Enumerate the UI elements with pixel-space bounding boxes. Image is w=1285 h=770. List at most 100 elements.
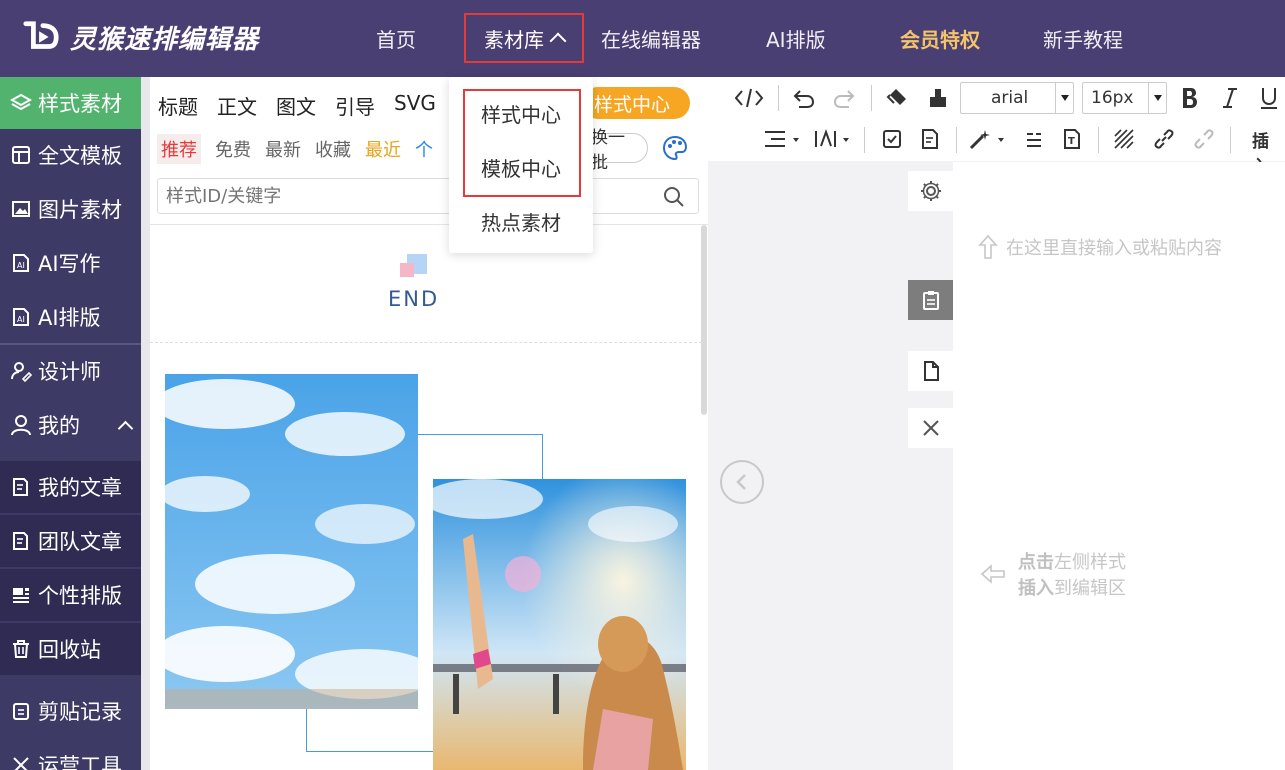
sidebar-item-my-articles[interactable]: 我的文章 [0, 461, 141, 513]
hint-click-rest: 左侧样式 [1054, 552, 1126, 573]
sidebar-item-ops-tools[interactable]: 运营工具 [0, 739, 141, 770]
svg-text:T: T [1068, 136, 1075, 147]
sidebar-item-designer[interactable]: 设计师 [0, 345, 141, 397]
settings-button[interactable] [908, 171, 953, 211]
sidebar-item-label: 团队文章 [38, 530, 122, 554]
menu-item-hot-material[interactable]: 热点素材 [449, 207, 593, 236]
chevron-up-icon [117, 420, 134, 437]
sidebar-item-full-template[interactable]: 全文模板 [0, 129, 141, 181]
sidebar-item-label: 运营工具 [38, 754, 122, 770]
refresh-batch-button[interactable]: 换一批 [590, 128, 648, 173]
arrow-left-icon [980, 564, 1005, 584]
sidebar-scrollbar[interactable] [141, 77, 150, 770]
hatch-pattern-icon[interactable] [1110, 126, 1138, 152]
paragraph-icon[interactable] [1020, 126, 1048, 152]
filter-recent[interactable]: 最近 [365, 136, 401, 162]
nav-ai-layout[interactable]: AI排版 [766, 24, 826, 53]
clipboard-icon [922, 291, 939, 310]
font-family-select[interactable]: arial [960, 82, 1074, 114]
ai-doc-icon: AI [10, 306, 32, 328]
sky-photo[interactable] [165, 374, 418, 709]
sidebar-item-ai-writing[interactable]: AI AI写作 [0, 237, 141, 289]
designer-icon [10, 360, 32, 382]
filter-favorites[interactable]: 收藏 [315, 136, 351, 162]
palette-icon[interactable] [661, 134, 689, 162]
highlight-box [463, 89, 581, 197]
style-search [157, 178, 699, 214]
letter-spacing-icon[interactable] [812, 126, 854, 152]
filter-personal[interactable]: 个 [415, 136, 433, 162]
style-card-end[interactable]: END [150, 225, 702, 343]
new-doc-button[interactable] [908, 351, 953, 391]
bold-icon[interactable] [1177, 84, 1203, 112]
logo[interactable]: 灵猴速排编辑器 [22, 18, 259, 56]
tab-body[interactable]: 正文 [217, 91, 257, 120]
hint-insert: 插入 [1018, 578, 1054, 599]
tab-image-text[interactable]: 图文 [276, 91, 316, 120]
search-icon[interactable] [662, 185, 686, 209]
underline-icon[interactable] [1256, 84, 1282, 112]
sidebar-item-recycle-bin[interactable]: 回收站 [0, 623, 141, 675]
clipboard-paste-button[interactable] [908, 280, 953, 320]
top-navbar: 灵猴速排编辑器 首页 素材库 在线编辑器 AI排版 会员特权 新手教程 [0, 0, 1285, 77]
italic-icon[interactable] [1218, 84, 1242, 112]
tools-icon [10, 754, 32, 770]
eraser-icon[interactable] [884, 84, 912, 112]
filter-newest[interactable]: 最新 [265, 136, 301, 162]
tab-svg[interactable]: SVG [394, 91, 436, 120]
link-icon[interactable] [1150, 126, 1178, 152]
sidebar-item-ai-layout[interactable]: AI AI排版 [0, 291, 141, 343]
collapse-panel-button[interactable] [720, 460, 764, 504]
undo-icon[interactable] [790, 84, 818, 112]
template-icon [10, 144, 32, 166]
nav-online-editor[interactable]: 在线编辑器 [601, 24, 701, 53]
text-file-icon[interactable]: T [1058, 126, 1086, 152]
article-icon [10, 476, 32, 498]
nav-library-label: 素材库 [484, 27, 544, 52]
sidebar-item-label: 设计师 [38, 360, 101, 384]
library-dropdown: 样式中心 模板中心 热点素材 [449, 77, 593, 253]
sidebar-item-image-material[interactable]: 图片素材 [0, 183, 141, 235]
nav-tutorial[interactable]: 新手教程 [1043, 24, 1123, 53]
doc-edit-icon[interactable] [916, 126, 944, 152]
toolbar-separator [1230, 127, 1231, 153]
nav-library[interactable]: 素材库 [464, 13, 584, 63]
sidebar-item-style-material[interactable]: 样式素材 [0, 77, 141, 129]
sidebar-item-label: AI写作 [38, 252, 101, 276]
style-center-button[interactable]: 样式中心 [582, 87, 690, 119]
trash-icon [10, 638, 32, 660]
sidebar-item-mine[interactable]: 我的 [0, 399, 141, 451]
panel-scrollbar[interactable] [701, 225, 707, 415]
close-button[interactable] [908, 408, 953, 448]
format-brush-icon[interactable] [924, 84, 952, 112]
end-label: END [388, 287, 440, 311]
sidebar-item-label: 剪贴记录 [38, 700, 122, 724]
sidebar-item-clipboard-history[interactable]: 剪贴记录 [0, 685, 141, 737]
editor-input-hint: 在这里直接输入或粘贴内容 [978, 234, 1222, 260]
font-size-select[interactable]: 16px [1082, 82, 1167, 114]
toolbar-separator [864, 127, 865, 153]
chevron-up-icon [549, 32, 567, 50]
sidebar-item-team-articles[interactable]: 团队文章 [0, 515, 141, 567]
source-code-icon[interactable] [733, 84, 765, 112]
tab-guide[interactable]: 引导 [335, 91, 375, 120]
filter-free[interactable]: 免费 [215, 136, 251, 162]
redo-icon[interactable] [830, 84, 858, 112]
nav-home[interactable]: 首页 [376, 24, 416, 53]
checkbox-icon[interactable] [878, 126, 906, 152]
layers-icon [10, 92, 32, 114]
nav-vip[interactable]: 会员特权 [900, 24, 980, 53]
svg-text:AI: AI [17, 261, 25, 270]
concert-photo[interactable] [433, 479, 686, 770]
clipboard-icon [10, 700, 32, 722]
unlink-icon[interactable] [1190, 126, 1218, 152]
tab-title[interactable]: 标题 [158, 91, 198, 120]
magic-wand-icon[interactable] [966, 126, 1008, 152]
font-family-value: arial [991, 88, 1029, 108]
filter-recommend[interactable]: 推荐 [157, 134, 201, 164]
hint-insert-rest: 到编辑区 [1054, 578, 1126, 599]
sidebar-item-custom-layout[interactable]: 个性排版 [0, 569, 141, 621]
chevron-down-icon [1148, 83, 1166, 113]
sidebar: 样式素材 全文模板 图片素材 AI AI写作 AI AI排版 设计师 我的 我的… [0, 77, 141, 770]
line-height-icon[interactable] [760, 126, 802, 152]
